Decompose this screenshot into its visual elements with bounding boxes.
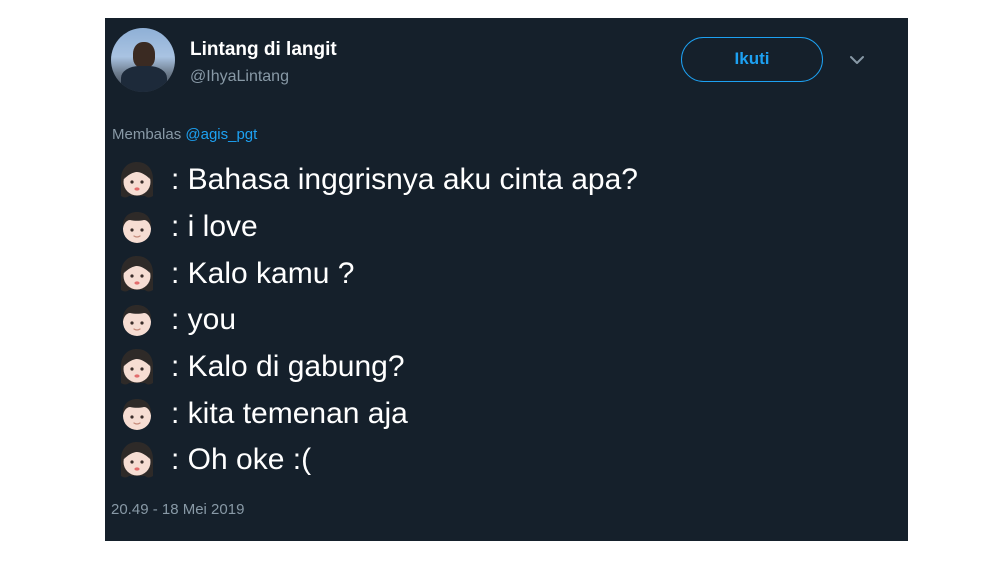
dialogue-text: : you	[171, 303, 237, 337]
dialogue-line: : Oh oke :(	[117, 437, 638, 484]
man-face-icon	[122, 398, 152, 430]
dialogue-text: : Kalo kamu ?	[171, 256, 355, 290]
dialogue-text: : Oh oke :(	[171, 443, 312, 477]
user-handle[interactable]: @IhyaLintang	[190, 67, 289, 87]
dialogue-line: : you	[117, 297, 638, 344]
woman-face-icon	[120, 255, 154, 292]
dialogue-line: : Kalo kamu ?	[117, 250, 638, 297]
follow-button[interactable]: Ikuti	[681, 37, 823, 82]
dialogue-line: : Kalo di gabung?	[117, 344, 638, 391]
dialogue-line: : i love	[117, 204, 638, 251]
dialogue-line: : kita temenan aja	[117, 390, 638, 437]
display-name[interactable]: Lintang di langit	[190, 38, 337, 62]
dialogue-line: : Bahasa inggrisnya aku cinta apa?	[117, 157, 638, 204]
reply-context: Membalas @agis_pgt	[112, 125, 257, 145]
reply-prefix: Membalas	[112, 126, 182, 143]
woman-face-icon	[120, 442, 154, 478]
tweet-card: Lintang di langit @IhyaLintang Ikuti Mem…	[105, 18, 908, 541]
reply-mention-link[interactable]: @agis_pgt	[185, 126, 257, 143]
woman-face-icon	[120, 349, 154, 385]
woman-face-icon	[120, 162, 154, 198]
man-face-icon	[122, 305, 152, 337]
man-face-icon	[122, 212, 152, 244]
dialogue-text: : kita temenan aja	[171, 396, 408, 430]
timestamp[interactable]: 20.49 - 18 Mei 2019	[111, 500, 244, 520]
chevron-down-icon[interactable]	[847, 52, 867, 68]
tweet-text: : Bahasa inggrisnya aku cinta apa? : i l…	[117, 157, 638, 484]
dialogue-text: : i love	[171, 210, 258, 244]
dialogue-text: : Bahasa inggrisnya aku cinta apa?	[171, 163, 638, 197]
dialogue-text: : Kalo di gabung?	[171, 350, 405, 384]
avatar[interactable]	[111, 28, 175, 92]
